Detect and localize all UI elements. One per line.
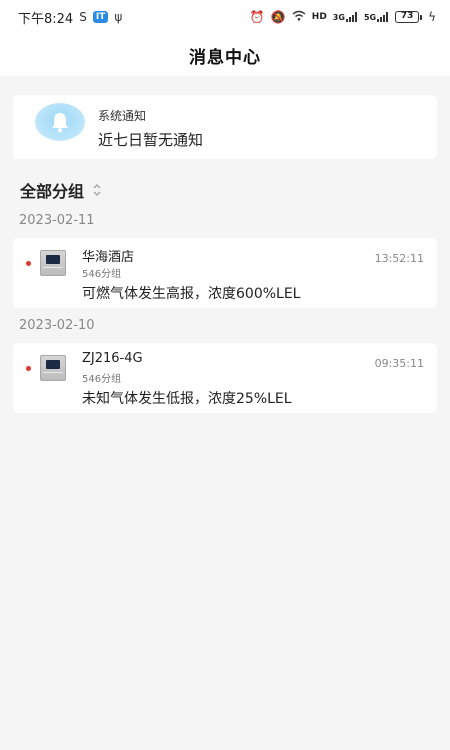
nav-bar: 消息中心	[0, 34, 450, 76]
message-time: 13:52:11	[374, 252, 424, 265]
sim-icon: S	[79, 10, 87, 24]
battery-icon: 73	[395, 11, 423, 23]
system-notification-title: 系统通知	[98, 109, 147, 123]
battery-level: 73	[395, 11, 420, 23]
alarm-icon: ⏰	[249, 10, 265, 24]
system-notification-text: 近七日暂无通知	[98, 131, 204, 149]
signal-5g-icon: 5G	[364, 12, 389, 22]
device-group: 546分组	[82, 374, 122, 385]
device-name: ZJ216-4G	[82, 351, 143, 366]
message-card[interactable]: 华海酒店 546分组 13:52:11 可燃气体发生高报，浓度600%LEL	[13, 238, 437, 308]
gas-detector-device-icon	[40, 250, 66, 276]
clock-time: 下午8:24	[18, 11, 74, 27]
status-left: 下午8:24 S IT ψ	[18, 8, 122, 27]
status-bar: 下午8:24 S IT ψ ⏰ 🔕 HD 3G 5G 73 ϟ	[0, 0, 450, 34]
wifi-icon	[292, 10, 306, 24]
system-notification-card[interactable]: 系统通知 近七日暂无通知	[13, 95, 437, 159]
charging-icon: ϟ	[428, 10, 436, 24]
status-right: ⏰ 🔕 HD 3G 5G 73 ϟ	[250, 10, 436, 24]
message-text: 未知气体发生低报，浓度25%LEL	[82, 391, 292, 407]
app-notification-icon: IT	[92, 11, 109, 23]
group-filter[interactable]: 全部分组	[20, 178, 102, 202]
usb-icon: ψ	[114, 10, 123, 24]
message-text: 可燃气体发生高报，浓度600%LEL	[82, 286, 301, 302]
message-time: 09:35:11	[374, 357, 424, 370]
signal-3g-icon: 3G	[333, 12, 358, 22]
bell-icon	[35, 103, 85, 141]
unread-dot	[26, 261, 31, 266]
group-filter-label: 全部分组	[20, 182, 85, 201]
page-title: 消息中心	[189, 47, 261, 68]
date-label: 2023-02-11	[19, 213, 95, 228]
mute-icon: 🔕	[270, 10, 286, 24]
date-label: 2023-02-10	[19, 318, 95, 333]
unread-dot	[26, 366, 31, 371]
hd-icon: HD	[311, 12, 327, 22]
device-group: 546分组	[82, 269, 122, 280]
gas-detector-device-icon	[40, 355, 66, 381]
device-name: 华海酒店	[82, 250, 135, 265]
sort-toggle-icon[interactable]	[92, 183, 102, 197]
message-card[interactable]: ZJ216-4G 546分组 09:35:11 未知气体发生低报，浓度25%LE…	[13, 343, 437, 413]
